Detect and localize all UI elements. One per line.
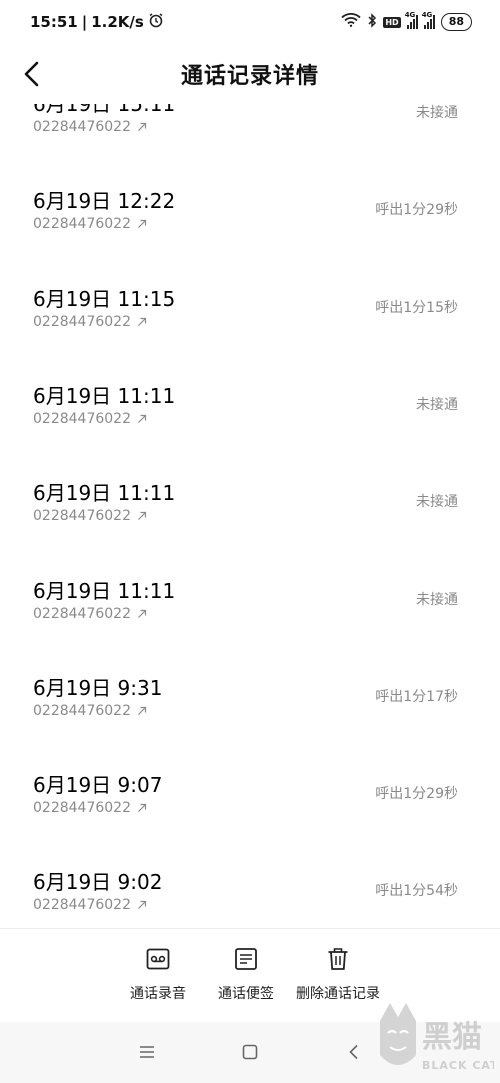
call-status: 呼出1分29秒 — [375, 202, 458, 219]
outgoing-arrow-icon — [138, 609, 147, 618]
watermark-text: 黑猫 — [422, 1020, 482, 1055]
alarm-icon — [148, 12, 164, 32]
status-left: 15:51 | 1.2K/s — [30, 12, 164, 32]
call-date: 6月19日 11:11 — [33, 578, 176, 603]
call-status: 呼出1分17秒 — [375, 688, 458, 705]
call-date: 6月19日 15:11 — [33, 104, 176, 116]
call-number-line: 02284476022 — [33, 410, 147, 428]
call-number: 02284476022 — [33, 605, 131, 622]
nav-back-button[interactable] — [342, 1040, 366, 1064]
signal-icon-2: 4G — [422, 11, 435, 29]
watermark-subtext: BLACK CAT — [422, 1059, 494, 1072]
call-number: 02284476022 — [33, 410, 131, 427]
outgoing-arrow-icon — [138, 122, 147, 131]
signal-icon: 4G — [405, 11, 418, 29]
black-cat-watermark: 黑猫 BLACK CAT — [376, 999, 498, 1081]
delete-record-label: 删除通话记录 — [296, 986, 380, 1002]
call-number: 02284476022 — [33, 313, 131, 330]
call-number-line: 02284476022 — [33, 313, 147, 331]
delete-record-button[interactable]: 删除通话记录 — [278, 945, 398, 1003]
battery-icon: 88 — [440, 13, 472, 31]
status-right: HD 4G 4G 88 — [341, 11, 472, 32]
hd-badge: HD — [383, 16, 401, 28]
call-date: 6月19日 11:15 — [33, 286, 176, 311]
call-status: 未接通 — [416, 591, 458, 608]
call-number: 02284476022 — [33, 702, 131, 719]
status-speed: 1.2K/s — [91, 13, 144, 31]
call-date: 6月19日 9:31 — [33, 675, 163, 700]
wifi-icon — [341, 13, 361, 31]
status-time: 15:51 — [30, 13, 78, 31]
call-note-label: 通话便签 — [218, 986, 274, 1002]
call-date: 6月19日 9:07 — [33, 773, 163, 798]
call-number-line: 02284476022 — [33, 507, 147, 525]
call-status: 未接通 — [416, 396, 458, 413]
outgoing-arrow-icon — [138, 706, 147, 715]
call-row[interactable]: 6月19日 11:11 02284476022 未接通 — [0, 481, 500, 578]
network-type-2: 4G — [421, 11, 433, 19]
call-status: 未接通 — [416, 494, 458, 511]
call-row[interactable]: 6月19日 11:15 02284476022 呼出1分15秒 — [0, 287, 500, 384]
outgoing-arrow-icon — [138, 317, 147, 326]
call-row[interactable]: 6月19日 11:11 02284476022 未接通 — [0, 579, 500, 676]
call-date: 6月19日 9:02 — [33, 870, 163, 895]
outgoing-arrow-icon — [138, 803, 147, 813]
outgoing-arrow-icon — [138, 901, 147, 910]
home-button[interactable] — [238, 1040, 262, 1064]
call-number: 02284476022 — [33, 897, 131, 914]
note-icon — [232, 945, 260, 973]
status-divider: | — [81, 13, 88, 31]
menu-icon — [140, 1046, 154, 1058]
call-number-line: 02284476022 — [33, 605, 147, 623]
call-number: 02284476022 — [33, 508, 131, 525]
outgoing-arrow-icon — [138, 414, 147, 423]
outgoing-arrow-icon — [138, 220, 147, 229]
header: 通话记录详情 — [0, 44, 500, 104]
cat-logo-icon: 黑猫 BLACK CAT — [380, 1003, 498, 1072]
bluetooth-icon — [367, 12, 377, 32]
back-icon — [349, 1044, 358, 1060]
call-number: 02284476022 — [33, 119, 131, 135]
call-row[interactable]: 6月19日 9:31 02284476022 呼出1分17秒 — [0, 676, 500, 773]
home-icon — [242, 1044, 258, 1060]
call-status: 呼出1分15秒 — [375, 299, 458, 316]
trash-icon — [324, 945, 352, 973]
status-bar: 15:51 | 1.2K/s HD 4G 4G 88 — [0, 0, 500, 44]
call-status: 呼出1分29秒 — [375, 786, 458, 803]
call-row[interactable]: 6月19日 9:02 02284476022 呼出1分54秒 — [0, 870, 500, 928]
call-row[interactable]: 6月19日 15:11 02284476022 未接通 — [0, 104, 500, 189]
network-type: 4G — [404, 11, 416, 19]
call-number-line: 02284476022 — [33, 215, 147, 233]
call-row[interactable]: 6月19日 11:11 02284476022 未接通 — [0, 384, 500, 481]
menu-button[interactable] — [135, 1040, 159, 1064]
call-row[interactable]: 6月19日 12:22 02284476022 呼出1分29秒 — [0, 189, 500, 286]
call-number-line: 02284476022 — [33, 702, 147, 720]
call-date: 6月19日 12:22 — [33, 189, 176, 214]
voicemail-icon — [144, 945, 172, 973]
call-number-line: 02284476022 — [33, 896, 147, 914]
page-title: 通话记录详情 — [180, 64, 319, 89]
call-number: 02284476022 — [33, 216, 131, 233]
call-status: 未接通 — [416, 105, 458, 121]
call-status: 呼出1分54秒 — [375, 883, 458, 900]
call-date: 6月19日 11:11 — [33, 383, 176, 408]
call-date: 6月19日 11:11 — [33, 481, 176, 506]
call-row[interactable]: 6月19日 9:07 02284476022 呼出1分29秒 — [0, 773, 500, 870]
outgoing-arrow-icon — [138, 512, 147, 521]
call-number: 02284476022 — [33, 800, 131, 817]
call-list[interactable]: 6月19日 15:11 02284476022 未接通 6月19日 12:22 … — [0, 104, 500, 928]
call-recording-label: 通话录音 — [130, 986, 186, 1002]
call-number-line: 02284476022 — [33, 118, 147, 136]
call-number-line: 02284476022 — [33, 799, 147, 817]
